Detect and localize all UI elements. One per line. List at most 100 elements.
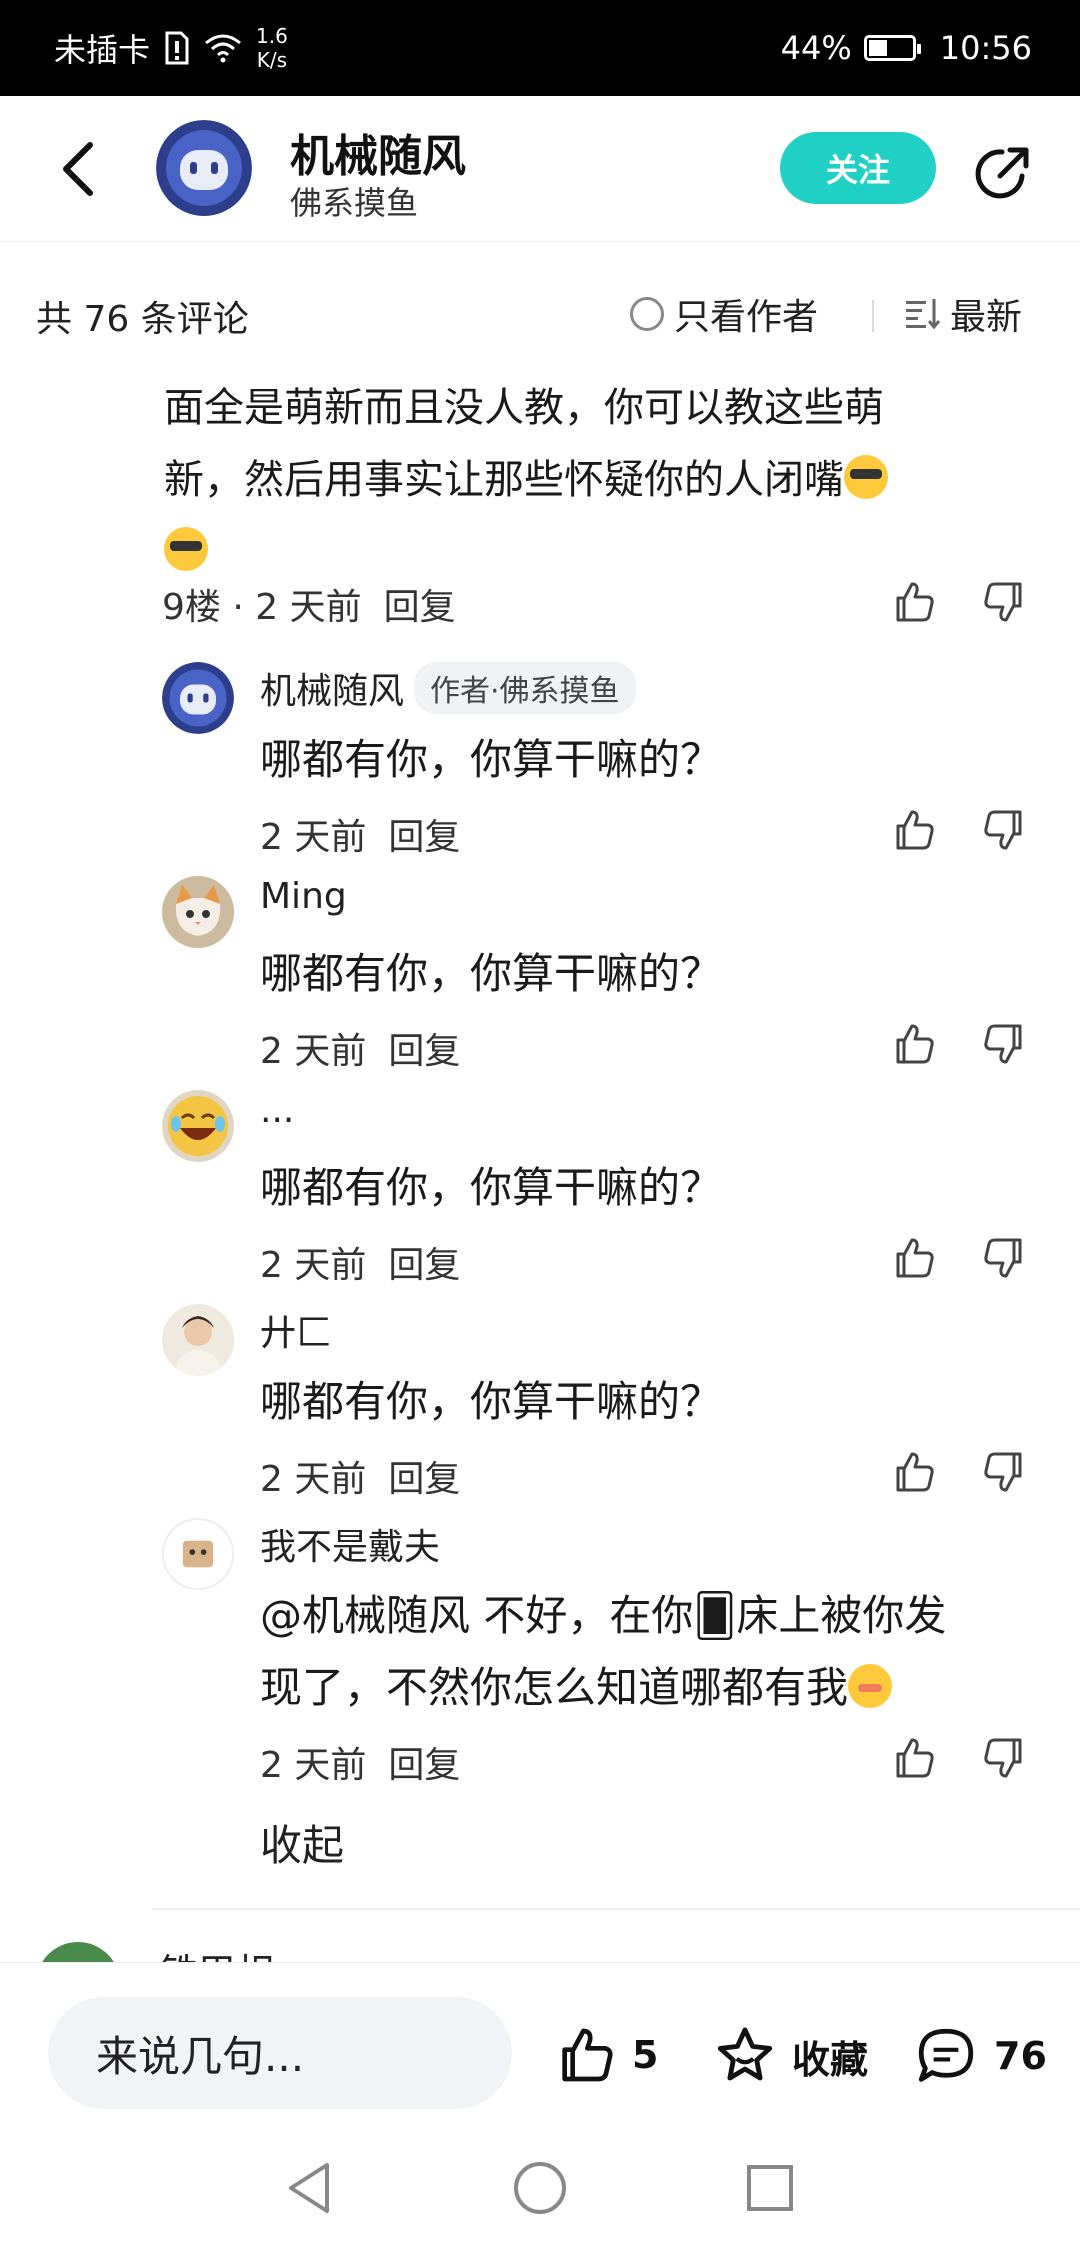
reply-text: 哪都有你，你算干嘛的？ — [260, 1163, 723, 1212]
floor-label: 9楼 — [162, 587, 221, 628]
reply-author[interactable]: Ming — [260, 876, 347, 917]
comment-divider — [152, 1908, 1080, 1910]
triangle-back-icon — [289, 2163, 329, 2213]
clock: 10:56 — [939, 29, 1032, 67]
avatar[interactable] — [162, 1518, 234, 1590]
comment-input[interactable]: 来说几句... — [48, 1997, 512, 2109]
dislike-button[interactable] — [974, 800, 1034, 860]
avatar[interactable] — [162, 1090, 234, 1162]
dislike-button[interactable] — [974, 1442, 1034, 1502]
thumbs-up-icon — [896, 1452, 934, 1492]
main-comment-line: 新，然后用事实让那些怀疑你的人闭嘴 — [164, 457, 844, 503]
reply-author[interactable]: 我不是戴夫 — [260, 1518, 440, 1570]
back-button[interactable] — [48, 136, 108, 202]
like-post-button[interactable]: 5 — [552, 2023, 658, 2087]
reply-button[interactable]: 回复 — [388, 1236, 460, 1288]
nav-back-button[interactable] — [280, 2158, 340, 2218]
cat-avatar-icon — [162, 876, 234, 948]
thumbs-up-icon — [896, 1738, 934, 1778]
speed-unit: K/s — [256, 48, 288, 72]
reply-author[interactable]: 廾匚 — [260, 1304, 332, 1356]
laughing-emoji-avatar-icon — [162, 1090, 234, 1162]
like-button[interactable] — [884, 572, 944, 632]
comment-time: 2 天前 — [260, 1459, 367, 1500]
avatar[interactable] — [162, 876, 234, 948]
like-button[interactable] — [884, 1228, 944, 1288]
reply-author-name: Ming — [260, 876, 347, 917]
author-avatar[interactable] — [156, 120, 252, 216]
thumbs-down-icon — [984, 582, 1022, 622]
dislike-button[interactable] — [974, 1728, 1034, 1788]
next-comment-author[interactable]: 铁甲相 — [160, 1942, 274, 1962]
reply-author-name: 我不是戴夫 — [260, 1527, 441, 1568]
favorite-label: 收藏 — [792, 2037, 869, 2082]
dislike-button[interactable] — [974, 1014, 1034, 1074]
like-button[interactable] — [884, 1014, 944, 1074]
dislike-button[interactable] — [974, 1228, 1034, 1288]
comment-time: 2 天前 — [260, 817, 367, 858]
like-button[interactable] — [884, 800, 944, 860]
avatar[interactable] — [162, 1304, 234, 1376]
avatar[interactable] — [162, 662, 234, 734]
thumbs-up-icon — [562, 2028, 613, 2082]
bottom-action-bar: 来说几句... 5 收藏 76 — [0, 1962, 1080, 2110]
only-author-toggle[interactable]: 只看作者 — [630, 288, 818, 340]
reply-button[interactable]: 回复 — [388, 1022, 460, 1074]
comments-button[interactable]: 76 — [910, 2023, 1047, 2089]
thumbs-down-icon — [984, 1238, 1022, 1278]
network-speed: 1.6 K/s — [256, 24, 288, 72]
hamster-avatar-icon — [164, 1520, 232, 1588]
battery-icon — [863, 35, 921, 61]
comment-time: 2 天前 — [260, 1745, 367, 1786]
reply-button[interactable]: 回复 — [384, 578, 456, 630]
collapse-button[interactable]: 收起 — [260, 1812, 344, 1873]
reply-button[interactable]: 回复 — [388, 1450, 460, 1502]
reply-text: 哪都有你，你算干嘛的？ — [260, 1377, 723, 1426]
sort-icon — [906, 299, 940, 330]
like-button[interactable] — [884, 1442, 944, 1502]
nav-recents-button[interactable] — [740, 2158, 800, 2218]
circle-home-icon — [514, 2162, 566, 2214]
sunglasses-emoji-icon — [844, 455, 888, 499]
sunglasses-emoji-icon — [164, 527, 208, 571]
favorite-button[interactable]: 收藏 — [710, 2023, 868, 2089]
dislike-button[interactable] — [974, 572, 1034, 632]
reply-meta: 2 天前 回复 — [260, 1736, 460, 1788]
like-count: 5 — [632, 2033, 659, 2077]
reply-author[interactable]: 机械随风 作者·佛系摸鱼 — [260, 662, 636, 714]
reply-text: 哪都有你，你算干嘛的？ — [260, 949, 723, 998]
chevron-left-icon — [63, 142, 93, 196]
comment-time: 2 天前 — [260, 1031, 367, 1072]
thumbs-down-icon — [984, 1452, 1022, 1492]
reply-author-name: 机械随风 — [260, 671, 405, 712]
reply-button[interactable]: 回复 — [388, 808, 460, 860]
sort-button[interactable]: 最新 — [904, 288, 1022, 340]
like-button[interactable] — [884, 1728, 944, 1788]
comment-bubble-icon — [918, 2028, 974, 2082]
author-name[interactable]: 机械随风 — [290, 120, 466, 184]
no-sim-icon — [165, 31, 189, 65]
avatar[interactable] — [36, 1942, 120, 1962]
shy-emoji-icon — [848, 1664, 893, 1708]
follow-button[interactable]: 关注 — [780, 132, 936, 204]
comment-list[interactable]: 面全是萌新而且没人教，你可以教这些萌 新，然后用事实让那些怀疑你的人闭嘴 9楼 … — [0, 372, 1080, 1962]
battery-percent: 44% — [780, 29, 852, 67]
main-comment-line: 面全是萌新而且没人教，你可以教这些萌 — [164, 385, 884, 431]
system-nav-bar — [0, 2110, 1080, 2244]
reply-author-name: ... — [260, 1090, 295, 1131]
reply-meta: 2 天前 回复 — [260, 1450, 460, 1502]
thumbs-down-icon — [984, 810, 1022, 850]
share-button[interactable] — [968, 140, 1036, 208]
reply-text-line: 现了，不然你怎么知道哪都有我 — [260, 1663, 849, 1712]
status-left: 未插卡 1.6 K/s — [54, 24, 781, 72]
comment-time: 2 天前 — [260, 1245, 367, 1286]
comment-count: 76 — [994, 2034, 1047, 2078]
status-right: 44% 10:56 — [781, 29, 1032, 67]
radio-icon — [630, 297, 664, 331]
reply-button[interactable]: 回复 — [388, 1736, 460, 1788]
reply-author[interactable]: ... — [260, 1090, 294, 1131]
thumbs-up-icon — [896, 810, 934, 850]
author-badge: 作者·佛系摸鱼 — [414, 662, 636, 714]
thumbs-up-icon — [896, 582, 934, 622]
nav-home-button[interactable] — [510, 2158, 570, 2218]
